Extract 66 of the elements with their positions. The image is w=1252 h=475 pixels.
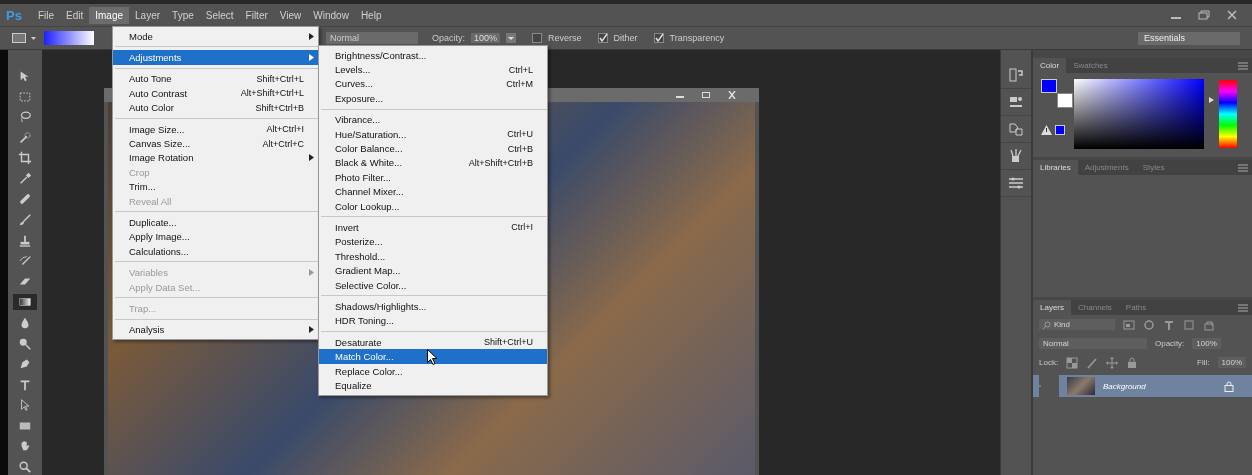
workspace-dropdown[interactable]: Essentials: [1138, 31, 1240, 45]
panel-tab[interactable]: Libraries: [1033, 160, 1078, 175]
menu-item[interactable]: Window: [307, 6, 355, 24]
menu-item[interactable]: Apply Image...: [113, 229, 318, 245]
menu-item[interactable]: Hue/Saturation... Ctrl+U: [319, 126, 547, 142]
menu-item[interactable]: Selective Color...: [319, 277, 547, 293]
layer-row[interactable]: Background: [1033, 375, 1252, 397]
menu-item[interactable]: Photo Filter...: [319, 170, 547, 185]
lock-label: Lock:: [1039, 358, 1059, 367]
menu-item[interactable]: Image: [89, 6, 130, 24]
fill-field[interactable]: 100%: [1217, 357, 1246, 368]
mode-dropdown[interactable]: Normal: [326, 32, 418, 44]
menu-item[interactable]: Shadows/Highlights...: [319, 299, 547, 314]
menu-item[interactable]: Mode: [113, 29, 318, 44]
checkbox-label: Dither: [613, 33, 638, 43]
menu-item[interactable]: Curves... Ctrl+M: [319, 76, 547, 92]
menu-item[interactable]: Image Rotation: [113, 150, 318, 166]
menu-item[interactable]: Analysis: [113, 322, 318, 338]
menu-item[interactable]: Type: [166, 6, 200, 24]
checkbox-label: Transparency: [669, 33, 725, 43]
menu-item[interactable]: Threshold...: [319, 249, 547, 264]
opacity-field[interactable]: 100%: [1192, 338, 1221, 349]
filter-kind-dropdown[interactable]: Kind: [1039, 319, 1115, 330]
menu-item[interactable]: Replace Color...: [319, 363, 547, 379]
menu-item[interactable]: Edit: [60, 6, 90, 24]
fill-label: Fill:: [1197, 358, 1210, 367]
menu-item[interactable]: Color Lookup...: [319, 198, 547, 214]
menu-item[interactable]: Posterize...: [319, 234, 547, 250]
menu-item[interactable]: Exposure...: [319, 91, 547, 106]
menu-item[interactable]: Gradient Map...: [319, 263, 547, 278]
menu-item[interactable]: Vibrance...: [319, 112, 547, 127]
menu-item[interactable]: Brightness/Contrast...: [319, 48, 547, 63]
opacity-field[interactable]: 100%: [471, 33, 501, 43]
menu-item[interactable]: File: [31, 6, 61, 24]
menu-item[interactable]: Black & White... Alt+Shift+Ctrl+B: [319, 155, 547, 171]
menu-item[interactable]: Filter: [239, 6, 274, 24]
menu-item[interactable]: Match Color...: [319, 349, 547, 364]
menu-item[interactable]: Calculations...: [113, 244, 318, 259]
menu-item[interactable]: Levels... Ctrl+L: [319, 62, 547, 77]
opacity-label: Opacity:: [1155, 339, 1185, 348]
menu-item[interactable]: HDR Toning...: [319, 313, 547, 329]
menu-item[interactable]: Color Balance... Ctrl+B: [319, 141, 547, 156]
menu-item[interactable]: Auto Contrast Alt+Shift+Ctrl+L: [113, 86, 318, 101]
panel-tab[interactable]: Color: [1033, 58, 1067, 73]
menu-item[interactable]: Duplicate...: [113, 215, 318, 230]
menu-item[interactable]: Channel Mixer...: [319, 184, 547, 199]
filter-kind-label: Kind: [1054, 320, 1070, 329]
layer-name: Background: [1103, 381, 1147, 391]
menu-item[interactable]: Auto Tone Shift+Ctrl+L: [113, 71, 318, 87]
blend-mode-dropdown[interactable]: Normal: [1039, 338, 1147, 349]
app-logo: Ps: [6, 7, 22, 23]
menu-item[interactable]: Invert Ctrl+I: [319, 220, 547, 235]
menu-item[interactable]: Help: [354, 6, 388, 24]
menu-item[interactable]: Image Size... Alt+Ctrl+I: [113, 121, 318, 137]
panel-tab[interactable]: Layers: [1033, 300, 1071, 315]
menu-item[interactable]: Layer: [129, 6, 167, 24]
menu-item[interactable]: Canvas Size... Alt+Ctrl+C: [113, 136, 318, 151]
menu-item[interactable]: View: [273, 6, 308, 24]
menu-item[interactable]: Desaturate Shift+Ctrl+U: [319, 335, 547, 350]
menu-item[interactable]: Adjustments: [113, 50, 318, 65]
opacity-label: Opacity:: [432, 33, 465, 43]
menu-item[interactable]: Equalize: [319, 378, 547, 393]
checkbox-label: Reverse: [548, 33, 582, 43]
menu-item[interactable]: Select: [199, 6, 240, 24]
menu-item[interactable]: Trim...: [113, 179, 318, 194]
menu-item[interactable]: Auto Color Shift+Ctrl+B: [113, 100, 318, 115]
